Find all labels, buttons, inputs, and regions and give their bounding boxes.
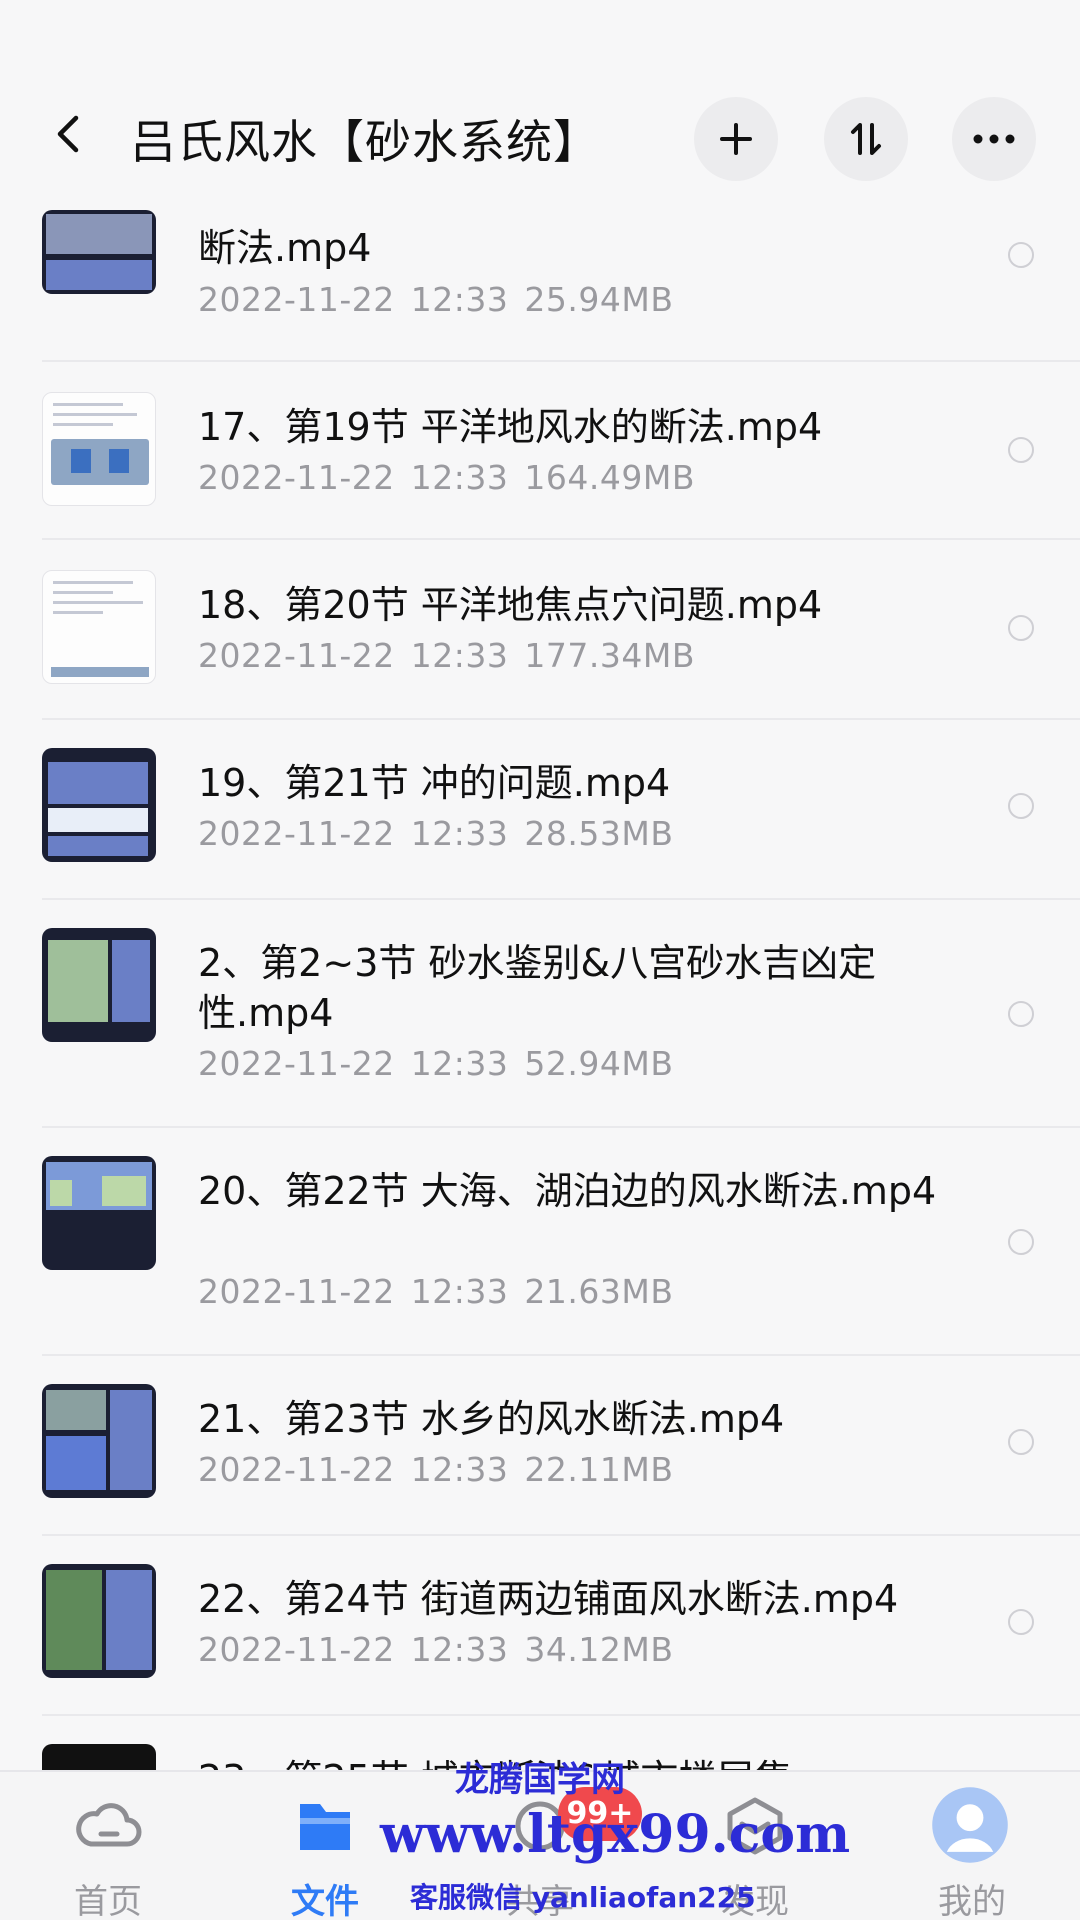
file-meta: 2022-11-22 12:33 34.12MB: [198, 1630, 674, 1669]
video-thumbnail: [42, 928, 156, 1042]
file-meta: 2022-11-22 12:33 25.94MB: [198, 280, 674, 319]
sort-button[interactable]: [824, 97, 908, 181]
watermark-site-name: 龙腾国学网: [455, 1760, 625, 1800]
chevron-left-icon: [57, 115, 79, 153]
select-radio[interactable]: [1008, 1001, 1034, 1027]
back-button[interactable]: [48, 112, 92, 156]
video-thumbnail: [42, 392, 156, 506]
file-meta: 2022-11-22 12:33 52.94MB: [198, 1044, 674, 1083]
cloud-icon: [76, 1803, 142, 1847]
tab-label: 我的: [938, 1882, 1006, 1920]
avatar-icon: [932, 1787, 1008, 1863]
file-row[interactable]: 20、第22节 大海、湖泊边的风水断法.mp4 2022-11-22 12:33 2…: [0, 1128, 1080, 1356]
file-name: 20、第22节 大海、湖泊边的风水断法.mp4: [198, 1169, 937, 1213]
file-meta: 2022-11-22 12:33 22.11MB: [198, 1450, 674, 1489]
plus-icon: [720, 123, 752, 155]
video-thumbnail: [42, 570, 156, 684]
file-row[interactable]: 21、第23节 水乡的风水断法.mp4 2022-11-22 12:33 22.11…: [0, 1356, 1080, 1536]
tab-label: 首页: [74, 1882, 142, 1920]
watermark-url: www.ltgx99.com: [380, 1804, 851, 1865]
watermark-contact: 客服微信 yanliaofan225: [410, 1881, 756, 1914]
file-name: 2、第2~3节 砂水鉴别&八宫砂水吉凶定性.mp4: [198, 941, 877, 1035]
file-list: 断法.mp4 2022-11-22 12:33 25.94MB 17、第19节 平洋…: [0, 210, 1080, 1770]
page-title: 吕氏风水【砂水系统】: [130, 115, 600, 169]
video-thumbnail: [42, 210, 156, 294]
file-row[interactable]: 2、第2~3节 砂水鉴别&八宫砂水吉凶定性.mp4 2022-11-22 12:3…: [0, 900, 1080, 1128]
select-radio[interactable]: [1008, 437, 1034, 463]
file-meta: 2022-11-22 12:33 28.53MB: [198, 814, 674, 853]
file-name: 断法.mp4: [198, 226, 372, 270]
app-header: 吕氏风水【砂水系统】: [0, 0, 1080, 210]
file-name: 21、第23节 水乡的风水断法.mp4: [198, 1397, 785, 1441]
select-radio[interactable]: [1008, 1229, 1034, 1255]
file-name: 17、第19节 平洋地风水的断法.mp4: [198, 405, 823, 449]
tab-label: 文件: [291, 1882, 359, 1920]
file-name: 22、第24节 街道两边铺面风水断法.mp4: [198, 1577, 899, 1621]
video-thumbnail: [42, 1744, 156, 1770]
file-meta: 2022-11-22 12:33 177.34MB: [198, 636, 695, 675]
file-meta: 2022-11-22 12:33 21.63MB: [198, 1272, 674, 1311]
file-row[interactable]: 22、第24节 街道两边铺面风水断法.mp4 2022-11-22 12:33 34…: [0, 1536, 1080, 1716]
add-button[interactable]: [694, 97, 778, 181]
tab-files[interactable]: 文件: [255, 1772, 395, 1920]
select-radio[interactable]: [1008, 615, 1034, 641]
folder-icon: [300, 1804, 350, 1850]
file-row[interactable]: 18、第20节 平洋地焦点穴问题.mp4 2022-11-22 12:33 177.…: [0, 540, 1080, 720]
video-thumbnail: [42, 748, 156, 862]
file-row[interactable]: 19、第21节 冲的问题.mp4 2022-11-22 12:33 28.53MB: [0, 720, 1080, 900]
tab-home[interactable]: 首页: [38, 1772, 178, 1920]
more-dots-icon: [973, 134, 1015, 144]
file-name: 18、第20节 平洋地焦点穴问题.mp4: [198, 583, 823, 627]
video-thumbnail: [42, 1156, 156, 1270]
file-row[interactable]: 17、第19节 平洋地风水的断法.mp4 2022-11-22 12:33 164.…: [0, 360, 1080, 540]
select-radio[interactable]: [1008, 242, 1034, 268]
select-radio[interactable]: [1008, 1429, 1034, 1455]
file-meta: 2022-11-22 12:33 164.49MB: [198, 458, 695, 497]
video-thumbnail: [42, 1384, 156, 1498]
tab-me[interactable]: 我的: [902, 1772, 1042, 1920]
file-name: 19、第21节 冲的问题.mp4: [198, 761, 671, 805]
more-button[interactable]: [952, 97, 1036, 181]
sort-icon: [851, 123, 881, 155]
select-radio[interactable]: [1008, 793, 1034, 819]
video-thumbnail: [42, 1564, 156, 1678]
select-radio[interactable]: [1008, 1609, 1034, 1635]
